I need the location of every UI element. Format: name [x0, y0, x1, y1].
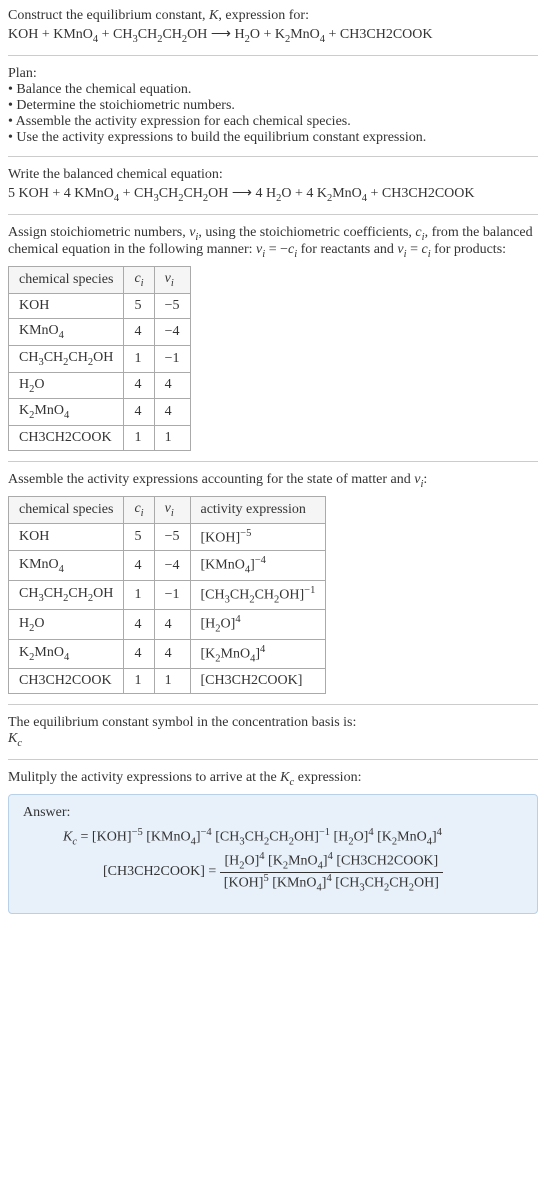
intro-text-a: Construct the equilibrium constant,	[8, 8, 209, 23]
balanced-block: Write the balanced chemical equation: 5 …	[8, 167, 538, 204]
denominator: [KOH]5 [KMnO4]4 [CH3CH2CH2OH]	[220, 873, 443, 893]
kc-symbol: Kc	[8, 731, 538, 749]
plan-bullet-1: • Balance the chemical equation.	[8, 82, 538, 98]
divider	[8, 214, 538, 215]
K-symbol: K	[209, 8, 218, 23]
kc-line1: The equilibrium constant symbol in the c…	[8, 715, 538, 731]
table-row: KMnO44−4[KMnO4]−4	[9, 551, 326, 580]
balanced-heading: Write the balanced chemical equation:	[8, 167, 538, 183]
table-row: K2MnO444	[9, 399, 191, 426]
table-row: CH3CH2CH2OH1−1	[9, 345, 191, 372]
col-nui: νi	[154, 267, 190, 294]
col-ci: ci	[124, 267, 154, 294]
plan-block: Plan: • Balance the chemical equation. •…	[8, 66, 538, 146]
divider	[8, 55, 538, 56]
table-row: KOH5−5[KOH]−5	[9, 523, 326, 551]
plan-bullet-4: • Use the activity expressions to build …	[8, 130, 538, 146]
plan-bullet-3: • Assemble the activity expression for e…	[8, 114, 538, 130]
intro-block: Construct the equilibrium constant, K, e…	[8, 8, 538, 45]
table-row: chemical species ci νi activity expressi…	[9, 496, 326, 523]
intro-line1: Construct the equilibrium constant, K, e…	[8, 8, 538, 24]
table-row: H2O44	[9, 372, 191, 399]
divider	[8, 461, 538, 462]
plan-bullet-2: • Determine the stoichiometric numbers.	[8, 98, 538, 114]
activity-table: chemical species ci νi activity expressi…	[8, 496, 326, 694]
balanced-equation: 5 KOH + 4 KMnO4 + CH3CH2CH2OH ⟶ 4 H2O + …	[8, 185, 538, 204]
divider	[8, 156, 538, 157]
table-row: chemical species ci νi	[9, 267, 191, 294]
answer-heading: Answer:	[23, 805, 523, 821]
divider	[8, 704, 538, 705]
intro-text-b: , expression for:	[218, 8, 309, 23]
table-row: CH3CH2COOK11[CH3CH2COOK]	[9, 669, 326, 694]
plan-heading: Plan:	[8, 66, 538, 82]
assemble-block: Assemble the activity expressions accoun…	[8, 472, 538, 694]
answer-line2: [CH3CH2COOK] = [H2O]4 [K2MnO4]4 [CH3CH2C…	[23, 851, 523, 893]
stoich-table: chemical species ci νi KOH5−5 KMnO44−4 C…	[8, 266, 191, 451]
answer-line1: Kc = [KOH]−5 [KMnO4]−4 [CH3CH2CH2OH]−1 […	[23, 827, 523, 847]
fraction: [H2O]4 [K2MnO4]4 [CH3CH2COOK] [KOH]5 [KM…	[220, 851, 443, 893]
col-species: chemical species	[9, 267, 124, 294]
table-row: CH3CH2COOK11	[9, 426, 191, 451]
table-row: CH3CH2CH2OH1−1[CH3CH2CH2OH]−1	[9, 580, 326, 609]
table-row: KMnO44−4	[9, 318, 191, 345]
divider	[8, 759, 538, 760]
multiply-block: Mulitply the activity expressions to arr…	[8, 770, 538, 788]
unbalanced-equation: KOH + KMnO4 + CH3CH2CH2OH ⟶ H2O + K2MnO4…	[8, 26, 538, 45]
answer-box: Answer: Kc = [KOH]−5 [KMnO4]−4 [CH3CH2CH…	[8, 794, 538, 914]
kc-symbol-block: The equilibrium constant symbol in the c…	[8, 715, 538, 749]
table-row: KOH5−5	[9, 293, 191, 318]
table-row: H2O44[H2O]4	[9, 610, 326, 639]
assign-block: Assign stoichiometric numbers, νi, using…	[8, 225, 538, 452]
table-row: K2MnO444[K2MnO4]4	[9, 639, 326, 668]
numerator: [H2O]4 [K2MnO4]4 [CH3CH2COOK]	[220, 851, 443, 872]
